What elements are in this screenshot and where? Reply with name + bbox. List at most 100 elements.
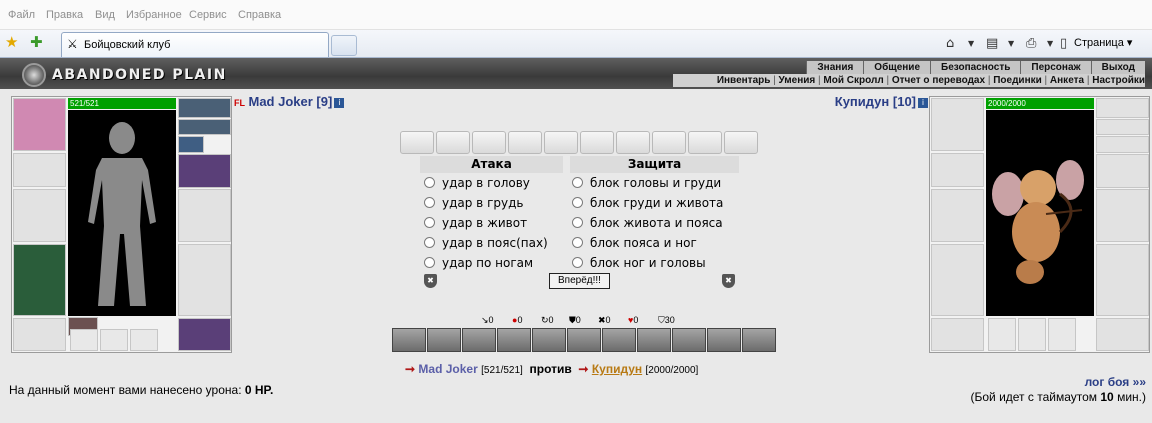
battle-log-link[interactable]: лог боя »» bbox=[1000, 375, 1146, 389]
shield-slot[interactable] bbox=[1096, 189, 1149, 242]
chevron-down-icon[interactable]: ▼ bbox=[968, 39, 974, 48]
weapon-slot[interactable] bbox=[931, 189, 984, 242]
menu-tools[interactable]: Сервис bbox=[189, 9, 227, 21]
rss-icon[interactable]: ▤ bbox=[986, 36, 998, 51]
scroll-slot[interactable] bbox=[724, 131, 758, 154]
nav-duels[interactable]: Поединки bbox=[993, 75, 1042, 86]
scroll-slot[interactable] bbox=[436, 131, 470, 154]
skill-slot[interactable] bbox=[637, 328, 671, 352]
skill-slot[interactable] bbox=[707, 328, 741, 352]
belt-slot[interactable] bbox=[931, 318, 984, 351]
nav-character[interactable]: Персонаж bbox=[1020, 61, 1091, 74]
radio-button[interactable] bbox=[424, 237, 435, 248]
ring-slot[interactable] bbox=[178, 136, 204, 153]
go-forward-button[interactable]: Вперёд!!! bbox=[549, 273, 610, 289]
boots-slot[interactable] bbox=[178, 318, 231, 351]
radio-button[interactable] bbox=[424, 217, 435, 228]
skill-slot[interactable] bbox=[462, 328, 496, 352]
scroll-slot[interactable] bbox=[616, 131, 650, 154]
block-chest-stomach-option[interactable]: блок груди и живота bbox=[572, 195, 723, 213]
page-menu-button[interactable]: Страница ▾ bbox=[1074, 36, 1132, 49]
gloves-slot[interactable] bbox=[178, 154, 231, 188]
scroll-slot[interactable] bbox=[580, 131, 614, 154]
nav-inventory[interactable]: Инвентарь bbox=[717, 75, 771, 86]
nav-knowledge[interactable]: Знания bbox=[806, 61, 864, 74]
browser-tab[interactable]: ⚔ Бойцовский клуб bbox=[61, 32, 329, 57]
nav-settings[interactable]: Настройки bbox=[1092, 75, 1145, 86]
menu-edit[interactable]: Правка bbox=[46, 9, 83, 21]
helmet-slot[interactable] bbox=[931, 98, 984, 151]
ring-slot[interactable] bbox=[100, 329, 128, 351]
ring-slot[interactable] bbox=[130, 329, 158, 351]
belt-slot[interactable] bbox=[13, 318, 66, 351]
skill-slot[interactable] bbox=[427, 328, 461, 352]
nav-my-scroll[interactable]: Мой Скролл bbox=[823, 75, 883, 86]
radio-button[interactable] bbox=[572, 197, 583, 208]
menu-view[interactable]: Вид bbox=[95, 9, 115, 21]
enemy-name[interactable]: Купидун [10] bbox=[835, 94, 916, 109]
radio-button[interactable] bbox=[572, 257, 583, 268]
earring-slot[interactable] bbox=[1096, 98, 1149, 118]
menu-file[interactable]: Файл bbox=[8, 9, 35, 21]
player-avatar[interactable] bbox=[68, 110, 176, 316]
nav-security[interactable]: Безопасность bbox=[930, 61, 1021, 74]
nav-exit[interactable]: Выход bbox=[1090, 61, 1145, 74]
nav-chat[interactable]: Общение bbox=[863, 61, 930, 74]
attack-head-option[interactable]: удар в голову bbox=[424, 175, 530, 193]
attack-legs-option[interactable]: удар по ногам bbox=[424, 255, 533, 273]
info-icon[interactable]: i bbox=[334, 98, 345, 108]
scroll-slot[interactable] bbox=[544, 131, 578, 154]
add-favorite-icon[interactable]: ✚ bbox=[30, 33, 43, 51]
armor-slot[interactable] bbox=[931, 244, 984, 316]
enemy-avatar[interactable] bbox=[986, 110, 1094, 316]
block-head-chest-option[interactable]: блок головы и груди bbox=[572, 175, 721, 193]
ring-slot[interactable] bbox=[1096, 136, 1149, 153]
skill-slot[interactable] bbox=[672, 328, 706, 352]
chevron-down-icon[interactable]: ▼ bbox=[1047, 39, 1053, 48]
skill-slot[interactable] bbox=[392, 328, 426, 352]
print-icon[interactable]: ⎙ bbox=[1026, 36, 1036, 51]
nav-skills[interactable]: Умения bbox=[779, 75, 816, 86]
necklace-slot[interactable] bbox=[1096, 119, 1149, 135]
shield-slot[interactable] bbox=[178, 189, 231, 242]
radio-button[interactable] bbox=[572, 217, 583, 228]
leggings-slot[interactable] bbox=[178, 244, 231, 316]
armor-slot[interactable] bbox=[13, 244, 66, 316]
menu-help[interactable]: Справка bbox=[238, 9, 281, 21]
ring-slot[interactable] bbox=[1018, 318, 1046, 351]
necklace-slot[interactable] bbox=[178, 119, 231, 135]
versus-player-name[interactable]: Mad Joker bbox=[418, 362, 477, 376]
info-icon[interactable]: i bbox=[918, 98, 928, 108]
skill-slot[interactable] bbox=[532, 328, 566, 352]
menu-favorites[interactable]: Избранное bbox=[126, 9, 182, 21]
skill-slot[interactable] bbox=[567, 328, 601, 352]
radio-button[interactable] bbox=[424, 197, 435, 208]
scroll-slot[interactable] bbox=[652, 131, 686, 154]
chevron-down-icon[interactable]: ▼ bbox=[1008, 39, 1014, 48]
radio-button[interactable] bbox=[424, 177, 435, 188]
new-tab-button[interactable] bbox=[331, 35, 357, 56]
versus-enemy-name[interactable]: Купидун bbox=[592, 362, 642, 376]
scroll-slot[interactable] bbox=[472, 131, 506, 154]
leggings-slot[interactable] bbox=[1096, 244, 1149, 316]
skill-slot[interactable] bbox=[742, 328, 776, 352]
gloves-slot[interactable] bbox=[1096, 154, 1149, 188]
attack-groin-option[interactable]: удар в пояс(пах) bbox=[424, 235, 548, 253]
block-stomach-belt-option[interactable]: блок живота и пояса bbox=[572, 215, 723, 233]
bracers-slot[interactable] bbox=[13, 153, 66, 187]
radio-button[interactable] bbox=[572, 237, 583, 248]
home-icon[interactable]: ⌂ bbox=[946, 36, 954, 51]
block-belt-legs-option[interactable]: блок пояса и ног bbox=[572, 235, 697, 253]
block-legs-head-option[interactable]: блок ног и головы bbox=[572, 255, 706, 273]
scroll-slot[interactable] bbox=[400, 131, 434, 154]
skill-slot[interactable] bbox=[602, 328, 636, 352]
attack-stomach-option[interactable]: удар в живот bbox=[424, 215, 527, 233]
earring-slot[interactable] bbox=[178, 98, 231, 118]
nav-transfer-report[interactable]: Отчет о переводах bbox=[892, 75, 985, 86]
nav-profile[interactable]: Анкета bbox=[1050, 75, 1084, 86]
scroll-slot[interactable] bbox=[688, 131, 722, 154]
weapon-slot[interactable] bbox=[13, 189, 66, 242]
ring-slot[interactable] bbox=[70, 329, 98, 351]
bracers-slot[interactable] bbox=[931, 153, 984, 187]
scroll-slot[interactable] bbox=[508, 131, 542, 154]
